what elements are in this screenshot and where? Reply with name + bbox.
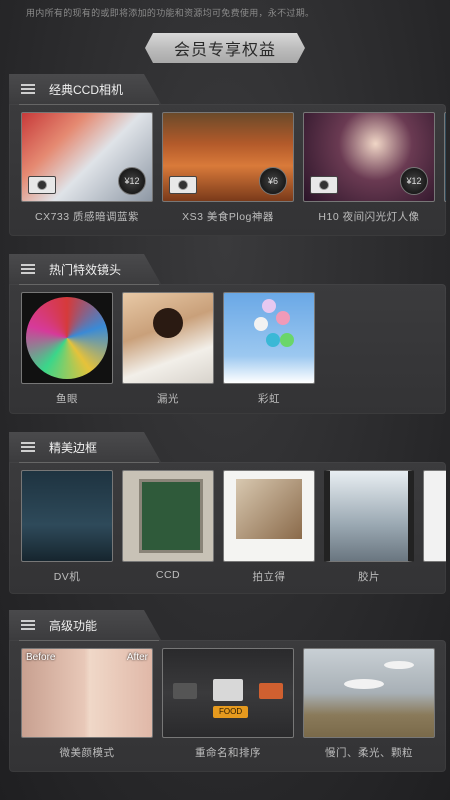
section-title: 经典CCD相机 (49, 82, 123, 97)
section-header: 高级功能 (9, 610, 161, 640)
menu-icon (21, 442, 35, 452)
frame-card-polaroid[interactable]: 拍立得 (223, 470, 315, 584)
card-label: 彩虹 (258, 393, 280, 405)
section-header: 精美边框 (9, 432, 161, 462)
menu-icon (21, 84, 35, 94)
feature-card-shutter[interactable]: 慢门、柔光、颗粒 (303, 648, 435, 760)
card-label: 微美颜模式 (59, 747, 115, 759)
camera-icon (169, 176, 197, 194)
camera-icon (28, 176, 56, 194)
card-label: XS3 美食Plog神器 (182, 211, 274, 223)
card-label: CCD (155, 569, 181, 581)
section-header: 经典CCD相机 (9, 74, 161, 104)
card-label: 胶片 (358, 571, 380, 583)
notice-text: 用内所有的现有的或即将添加的功能和资源均可免费使用，永不过期。 (26, 8, 315, 18)
card-label: 漏光 (157, 393, 179, 405)
section-effect-lenses: 热门特效镜头 鱼眼 漏光 彩虹 (9, 254, 446, 414)
section-title: 精美边框 (49, 440, 98, 455)
price-badge: ¥6 (259, 167, 287, 195)
card-label: 慢门、柔光、颗粒 (325, 747, 413, 759)
section-header: 热门特效镜头 (9, 254, 161, 284)
section-ccd-cameras: 经典CCD相机 ¥12 CX733 质感暗调蓝紫 ¥6 XS3 美食Plog神器 (9, 74, 446, 236)
price-badge: ¥12 (118, 167, 146, 195)
feature-card-beauty[interactable]: Before After 微美颜模式 (21, 648, 153, 760)
lens-card-rainbow[interactable]: 彩虹 (223, 292, 315, 406)
card-label: 鱼眼 (56, 393, 78, 405)
camera-card-xs3[interactable]: ¥6 XS3 美食Plog神器 (162, 112, 294, 224)
section-title: 热门特效镜头 (49, 262, 122, 277)
before-label: Before (26, 652, 56, 663)
frame-card-ccd[interactable]: CCD (122, 470, 214, 584)
section-title: 高级功能 (49, 618, 98, 633)
price-badge: ¥12 (400, 167, 428, 195)
feature-card-rename-sort[interactable]: FOOD 重命名和排序 (162, 648, 294, 760)
frame-card-dv[interactable]: DV机 (21, 470, 113, 584)
card-label: 重命名和排序 (195, 747, 261, 759)
camera-icon (310, 176, 338, 194)
card-label: CX733 质感暗调蓝紫 (34, 211, 140, 223)
menu-icon (21, 620, 35, 630)
after-label: After (126, 652, 148, 663)
card-label: 拍立得 (252, 571, 286, 583)
section-advanced: 高级功能 Before After 微美颜模式 FOOD 重命名和排序 慢门、柔… (9, 610, 446, 772)
member-benefits-badge: 会员专享权益 (145, 33, 305, 63)
lens-card-light-leak[interactable]: 漏光 (122, 292, 214, 406)
frame-card-film[interactable]: 胶片 (324, 470, 414, 584)
card-label: DV机 (53, 571, 81, 583)
camera-card-h10[interactable]: ¥12 H10 夜间闪光灯人像 (303, 112, 435, 224)
lens-card-fisheye[interactable]: 鱼眼 (21, 292, 113, 406)
section-frames: 精美边框 DV机 CCD 拍立得 胶片 (9, 432, 446, 594)
menu-icon (21, 264, 35, 274)
card-label: H10 夜间闪光灯人像 (318, 211, 420, 223)
camera-card-cx733[interactable]: ¥12 CX733 质感暗调蓝紫 (21, 112, 153, 224)
food-tag: FOOD (213, 706, 249, 718)
